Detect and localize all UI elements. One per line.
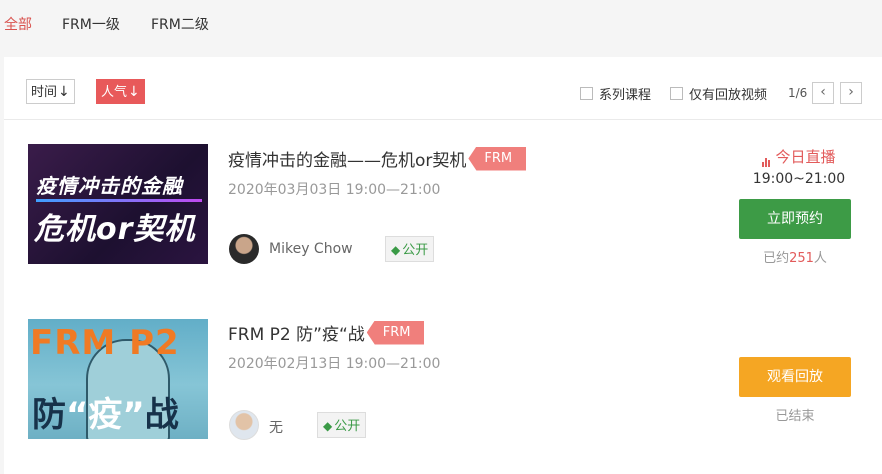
- course-title[interactable]: 疫情冲击的金融——危机or契机: [228, 146, 466, 171]
- access-badge: ◆ 公开: [385, 236, 435, 262]
- tab-frm-level2[interactable]: FRM二级: [151, 14, 209, 34]
- thumbnail-text-part: 战: [144, 395, 179, 435]
- course-tag: FRM: [366, 320, 425, 345]
- checkbox-icon: [580, 87, 593, 100]
- teacher-avatar: [229, 410, 259, 440]
- access-label: 公开: [402, 243, 429, 258]
- tab-all[interactable]: 全部: [4, 14, 32, 34]
- tab-frm-level1[interactable]: FRM一级: [62, 14, 120, 34]
- series-course-label: 系列课程: [599, 88, 652, 103]
- booked-count: 已约251人: [739, 247, 851, 266]
- course-title[interactable]: FRM P2 防”疫“战: [228, 320, 365, 345]
- live-time: 19:00~21:00: [752, 171, 846, 187]
- course-item: FRM P2 防“疫”战 FRM P2 防”疫“战 FRM 2020年02月13…: [4, 313, 882, 453]
- booked-number: 251: [789, 251, 814, 266]
- checkbox-icon: [670, 87, 683, 100]
- course-tag: FRM: [468, 146, 527, 171]
- sort-by-time-button[interactable]: 时间↓: [26, 79, 75, 104]
- series-course-checkbox[interactable]: 系列课程: [580, 84, 651, 103]
- thumbnail-text: 防“疫”战: [32, 387, 179, 436]
- teacher-name: Mikey Chow: [269, 241, 353, 257]
- sort-popularity-label: 人气: [101, 85, 128, 100]
- live-bars-icon: [762, 149, 771, 167]
- thumbnail-divider: [36, 199, 202, 202]
- ended-status: 已结束: [775, 409, 815, 424]
- sort-by-popularity-button[interactable]: 人气↓: [96, 79, 145, 104]
- thumbnail-text-part: “疫”: [66, 395, 145, 435]
- course-title-row: 疫情冲击的金融——危机or契机 FRM: [228, 146, 527, 171]
- course-thumbnail[interactable]: FRM P2 防“疫”战: [28, 319, 208, 439]
- access-badge: ◆ 公开: [317, 412, 367, 438]
- course-date: 2020年02月13日 19:00—21:00: [228, 356, 441, 372]
- reserve-button[interactable]: 立即预约: [739, 199, 851, 239]
- sort-time-label: 时间: [31, 85, 58, 100]
- thumbnail-text: FRM P2: [30, 323, 180, 363]
- page-indicator: 1/6: [788, 86, 808, 100]
- live-status-label: 今日直播: [775, 148, 836, 166]
- course-thumbnail[interactable]: 疫情冲击的金融 危机or契机: [28, 144, 208, 264]
- chevron-left-icon: ‹: [820, 84, 826, 100]
- booked-prefix: 已约: [763, 251, 790, 266]
- sort-filter-bar: 时间↓ 人气↓ 系列课程 仅有回放视频 1/6 ‹ ›: [4, 57, 882, 120]
- course-list-panel: 时间↓ 人气↓ 系列课程 仅有回放视频 1/6 ‹ › 疫情冲击的金融 危机or…: [4, 57, 882, 474]
- live-status: 今日直播: [744, 146, 854, 167]
- watch-replay-button[interactable]: 观看回放: [739, 357, 851, 397]
- arrow-down-icon: ↓: [58, 84, 70, 100]
- thumbnail-text: 疫情冲击的金融: [36, 174, 183, 198]
- category-tabs: 全部 FRM一级 FRM二级: [0, 0, 882, 46]
- chevron-right-icon: ›: [848, 84, 854, 100]
- teacher-avatar: [229, 234, 259, 264]
- course-date: 2020年03月03日 19:00—21:00: [228, 182, 441, 198]
- tag-icon: ◆: [391, 243, 401, 257]
- next-page-button[interactable]: ›: [840, 82, 862, 104]
- course-item: 疫情冲击的金融 危机or契机 疫情冲击的金融——危机or契机 FRM 2020年…: [4, 137, 882, 277]
- thumbnail-text: 危机or契机: [34, 212, 196, 247]
- tag-icon: ◆: [323, 419, 333, 433]
- course-title-row: FRM P2 防”疫“战 FRM: [228, 320, 425, 345]
- thumbnail-text-part: 防: [32, 395, 66, 435]
- replay-only-checkbox[interactable]: 仅有回放视频: [670, 84, 767, 103]
- teacher-name: 无: [269, 420, 283, 436]
- access-label: 公开: [334, 419, 361, 434]
- booked-suffix: 人: [813, 251, 827, 266]
- prev-page-button[interactable]: ‹: [812, 82, 834, 104]
- replay-only-label: 仅有回放视频: [689, 88, 768, 103]
- arrow-down-icon: ↓: [128, 84, 140, 100]
